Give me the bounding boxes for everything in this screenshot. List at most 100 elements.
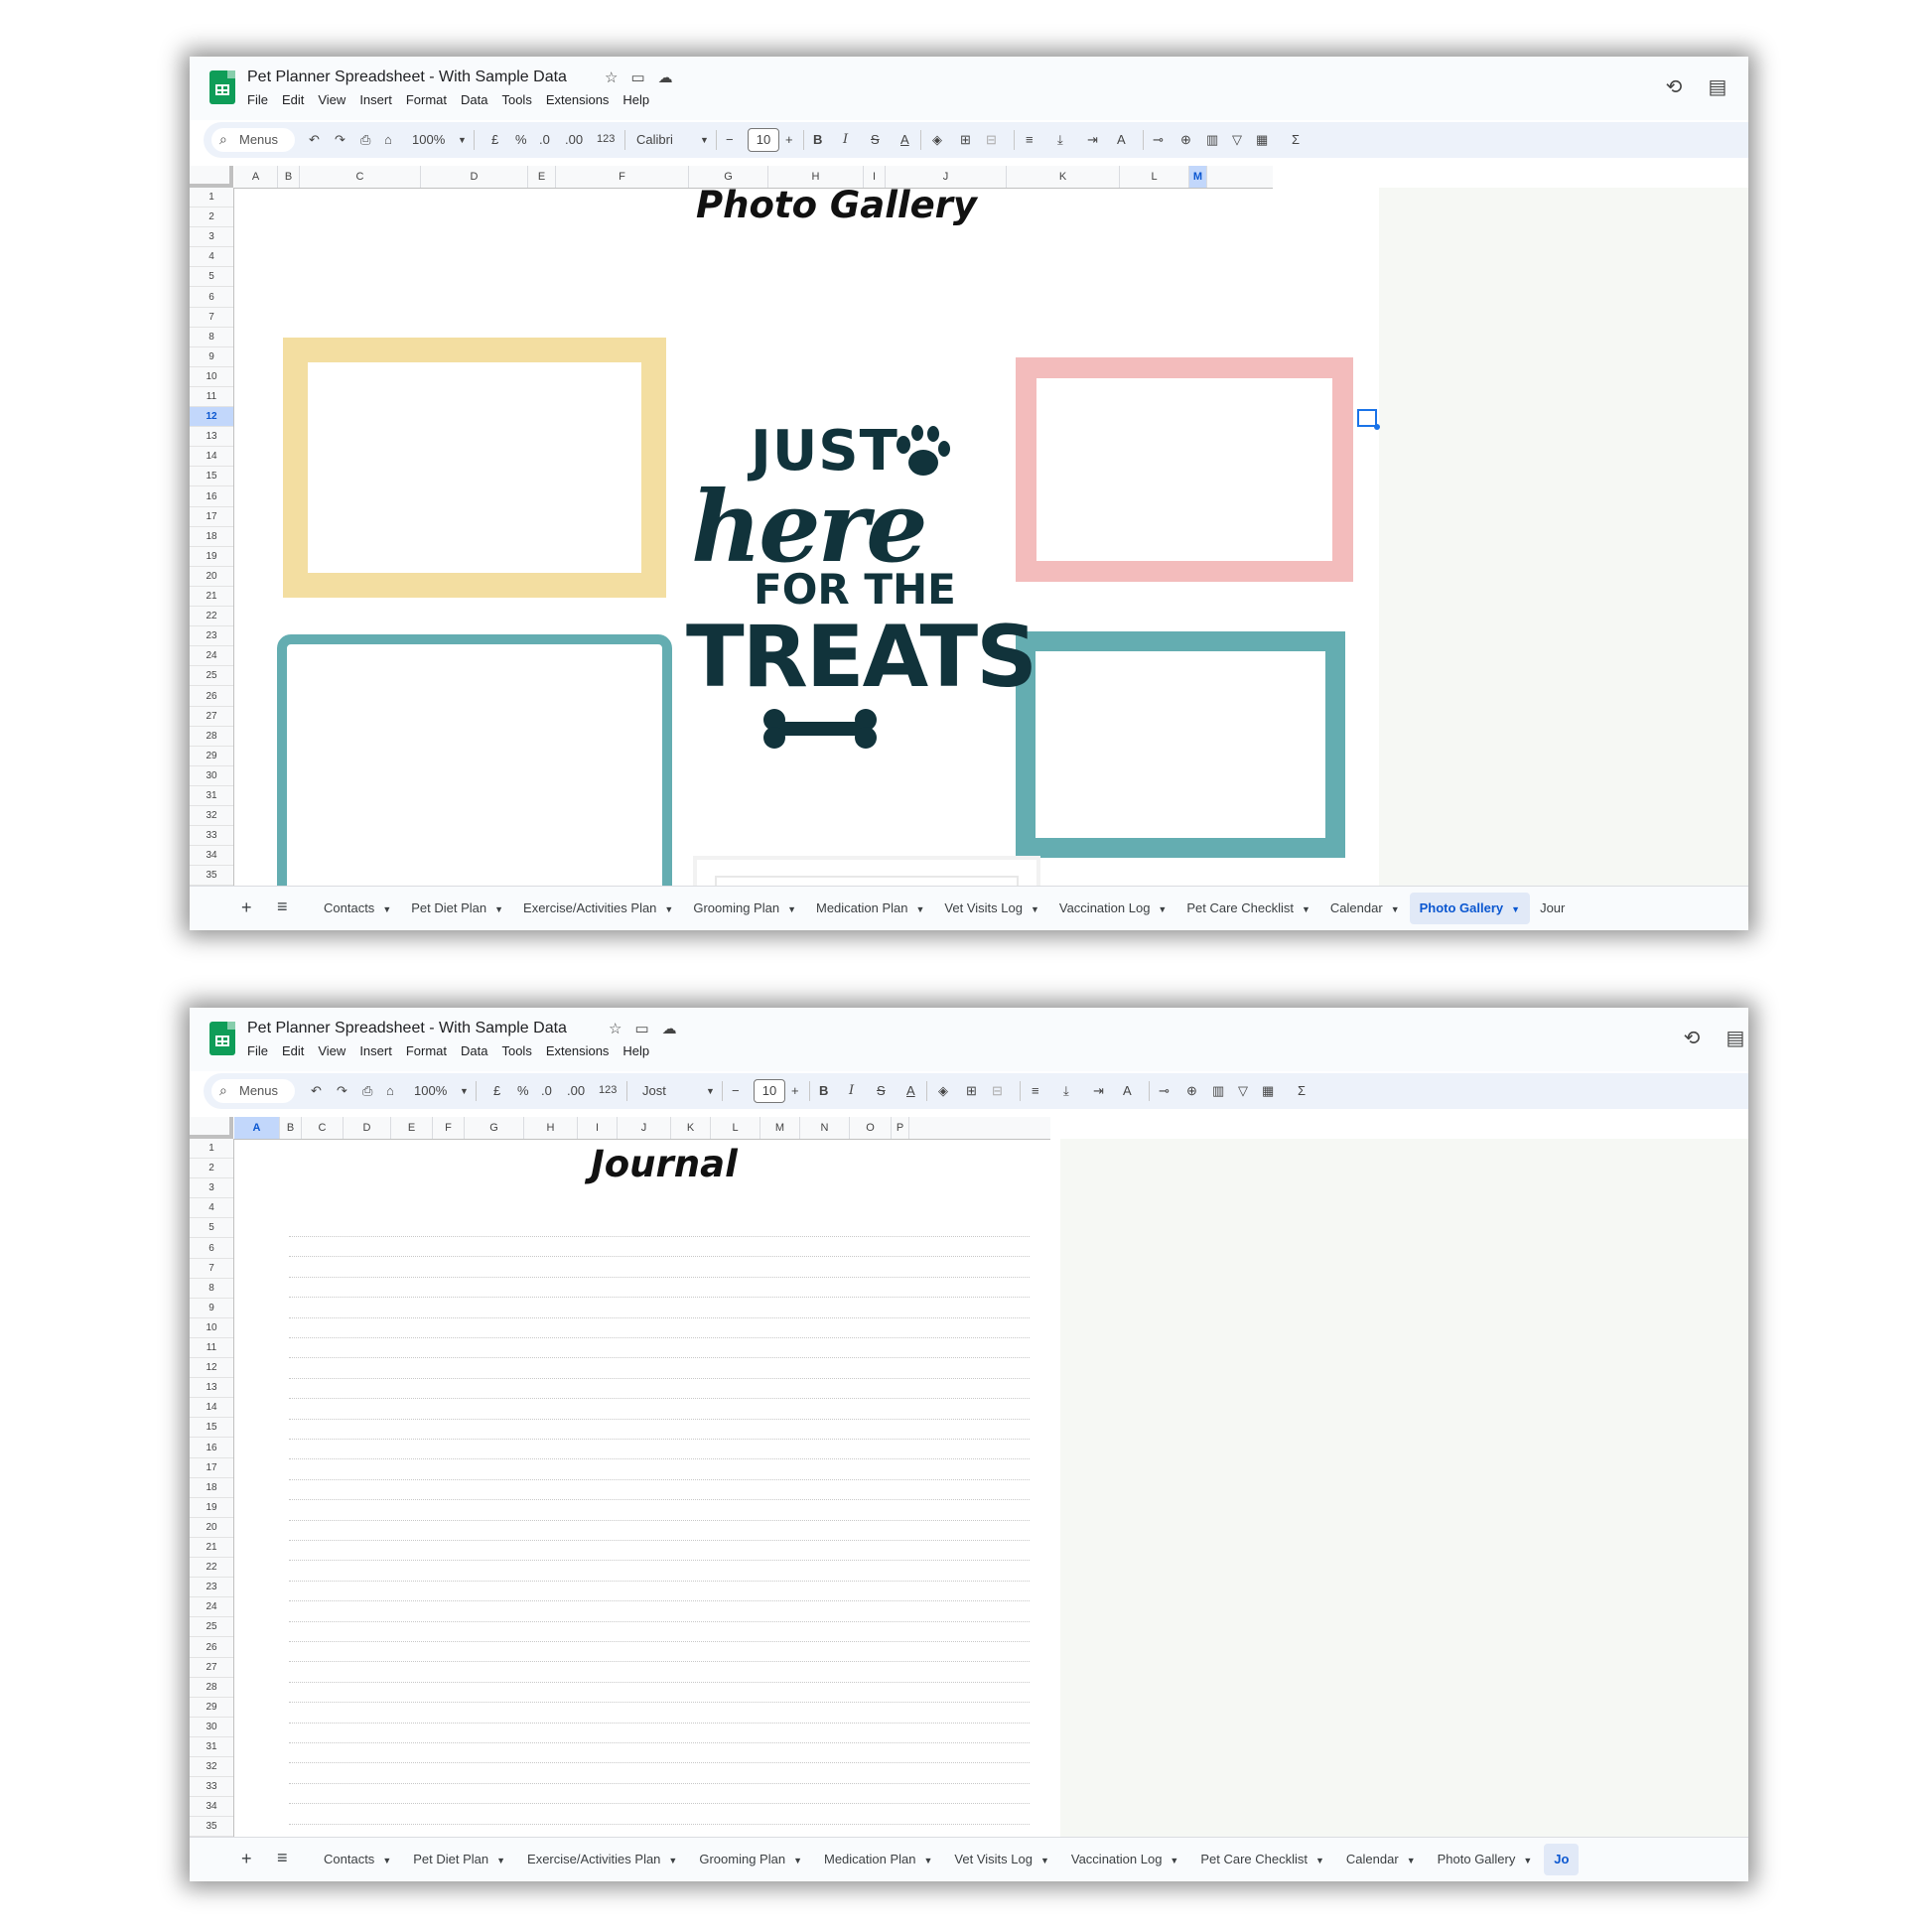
row-header-10[interactable]: 10 [190,367,233,387]
column-header-f[interactable]: F [556,166,689,188]
functions-icon[interactable]: Σ [1292,132,1300,147]
print-icon[interactable]: ⎙ [360,132,370,148]
redo-icon[interactable]: ↷ [335,132,345,148]
print-icon[interactable]: ⎙ [362,1083,372,1099]
row-header-19[interactable]: 19 [190,547,233,567]
horizontal-align-icon[interactable]: ≡ [1032,1083,1039,1098]
column-header-c[interactable]: C [302,1117,344,1139]
strikethrough-icon[interactable]: S [871,132,880,147]
folder-move-icon[interactable]: ▭ [634,1021,648,1037]
undo-icon[interactable]: ↶ [309,132,320,148]
increase-font-size-button[interactable]: + [791,1083,799,1098]
sheet-tab-pet-care-checklist[interactable]: Pet Care Checklist ▼ [1176,893,1320,924]
add-sheet-icon[interactable]: + [241,897,252,918]
menu-data[interactable]: Data [461,92,487,107]
row-header-12[interactable]: 12 [190,407,233,428]
row-header-15[interactable]: 15 [190,1418,233,1439]
insert-comment-icon[interactable]: ⊕ [1186,1083,1197,1099]
row-header-5[interactable]: 5 [190,267,233,288]
merge-cells-icon[interactable]: ⊟ [986,132,997,148]
sheet-tab-contacts[interactable]: Contacts ▼ [314,1844,401,1875]
sheet-tab-medication-plan[interactable]: Medication Plan ▼ [814,1844,942,1875]
row-header-16[interactable]: 16 [190,1439,233,1458]
sheet-tab-contacts[interactable]: Contacts ▼ [314,893,401,924]
menu-insert[interactable]: Insert [359,92,392,107]
menu-format[interactable]: Format [406,1043,447,1058]
row-header-35[interactable]: 35 [190,866,233,887]
menu-extensions[interactable]: Extensions [546,92,610,107]
photo-frame-pink[interactable] [1016,357,1353,582]
menu-format[interactable]: Format [406,92,447,107]
sheet-tab-exercise-activities-plan[interactable]: Exercise/Activities Plan ▼ [513,893,683,924]
sheet-tab-exercise-activities-plan[interactable]: Exercise/Activities Plan ▼ [517,1844,687,1875]
chevron-down-icon[interactable]: ▼ [668,1856,677,1865]
row-header-18[interactable]: 18 [190,527,233,547]
row-header-32[interactable]: 32 [190,1757,233,1778]
chevron-down-icon[interactable]: ▼ [1523,1856,1532,1865]
chevron-down-icon[interactable]: ▼ [382,1856,391,1865]
sheet-tab-calendar[interactable]: Calendar ▼ [1336,1844,1426,1875]
row-header-20[interactable]: 20 [190,1518,233,1538]
row-header-25[interactable]: 25 [190,1617,233,1638]
zoom-select[interactable]: 100% [414,1083,447,1098]
row-header-19[interactable]: 19 [190,1498,233,1518]
chevron-down-icon[interactable]: ▼ [460,1086,469,1096]
row-header-30[interactable]: 30 [190,1718,233,1737]
horizontal-align-icon[interactable]: ≡ [1026,132,1034,147]
column-header-d[interactable]: D [344,1117,391,1139]
chevron-down-icon[interactable]: ▼ [1040,1856,1049,1865]
fill-color-icon[interactable]: ◈ [938,1083,948,1099]
column-header-l[interactable]: L [1120,166,1189,188]
row-header-6[interactable]: 6 [190,288,233,308]
decrease-font-size-button[interactable]: − [732,1083,740,1098]
row-header-23[interactable]: 23 [190,626,233,647]
sheets-logo-icon[interactable] [209,70,235,104]
chevron-down-icon[interactable]: ▼ [1170,1856,1178,1865]
increase-decimal-button[interactable]: .00 [567,1083,585,1098]
row-header-11[interactable]: 11 [190,1338,233,1359]
column-header-g[interactable]: G [465,1117,524,1139]
insert-link-icon[interactable]: ⊸ [1159,1083,1170,1099]
row-header-27[interactable]: 27 [190,1658,233,1678]
menu-file[interactable]: File [247,92,268,107]
increase-decimal-button[interactable]: .00 [565,132,583,147]
row-header-3[interactable]: 3 [190,1178,233,1199]
sheet-tab-jour[interactable]: Jour [1530,893,1575,924]
row-header-22[interactable]: 22 [190,1558,233,1579]
decrease-decimal-button[interactable]: .0 [541,1083,552,1098]
search-menus[interactable]: ⌕ Menus [211,128,295,152]
row-header-17[interactable]: 17 [190,507,233,527]
sheet-tab-pet-diet-plan[interactable]: Pet Diet Plan ▼ [403,1844,515,1875]
row-header-13[interactable]: 13 [190,1378,233,1399]
row-header-6[interactable]: 6 [190,1239,233,1259]
menu-data[interactable]: Data [461,1043,487,1058]
column-header-f[interactable]: F [433,1117,465,1139]
borders-icon[interactable]: ⊞ [960,132,971,148]
chevron-down-icon[interactable]: ▼ [1391,904,1400,914]
percent-format-button[interactable]: % [517,1083,529,1098]
sheet-tab-vet-visits-log[interactable]: Vet Visits Log ▼ [934,893,1048,924]
row-header-17[interactable]: 17 [190,1458,233,1478]
vertical-align-icon[interactable]: ⤓ [1057,132,1063,148]
column-header-k[interactable]: K [671,1117,711,1139]
cloud-saved-icon[interactable]: ☁ [658,69,673,86]
row-header-13[interactable]: 13 [190,427,233,448]
text-color-icon[interactable]: A [900,132,909,147]
filter-icon[interactable]: ▽ [1238,1083,1248,1099]
chevron-down-icon[interactable]: ▼ [1302,904,1311,914]
chevron-down-icon[interactable]: ▼ [1407,1856,1416,1865]
document-title[interactable]: Pet Planner Spreadsheet - With Sample Da… [247,1020,567,1037]
row-header-21[interactable]: 21 [190,587,233,608]
filter-icon[interactable]: ▽ [1232,132,1242,148]
row-header-4[interactable]: 4 [190,1198,233,1219]
text-rotation-icon[interactable]: A [1123,1083,1132,1098]
row-header-21[interactable]: 21 [190,1538,233,1559]
column-header-n[interactable]: N [800,1117,850,1139]
row-header-33[interactable]: 33 [190,826,233,847]
row-header-24[interactable]: 24 [190,646,233,667]
row-header-1[interactable]: 1 [190,1139,233,1160]
column-header-k[interactable]: K [1007,166,1120,188]
text-wrap-icon[interactable]: ⇥ [1087,132,1098,148]
row-header-4[interactable]: 4 [190,247,233,268]
select-all-corner[interactable] [190,166,233,188]
